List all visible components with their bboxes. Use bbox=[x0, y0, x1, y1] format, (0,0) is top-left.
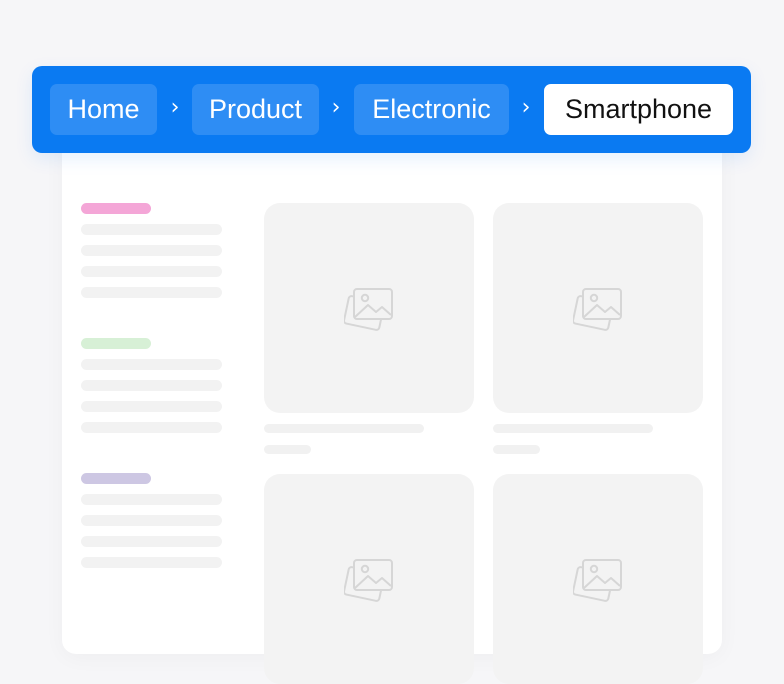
filter-option-placeholder bbox=[81, 494, 222, 505]
filter-group-3 bbox=[81, 473, 222, 568]
breadcrumb-item-smartphone[interactable]: Smartphone bbox=[544, 84, 733, 135]
chevron-right-icon: › bbox=[170, 95, 180, 120]
filter-group-2 bbox=[81, 338, 222, 433]
filter-option-placeholder bbox=[81, 245, 222, 256]
filter-group-title-placeholder bbox=[81, 473, 151, 484]
product-tile-placeholder bbox=[264, 474, 474, 684]
filter-option-placeholder bbox=[81, 515, 222, 526]
filter-group-title-placeholder bbox=[81, 338, 151, 349]
breadcrumb-item-product[interactable]: Product bbox=[192, 84, 319, 135]
breadcrumb-item-home[interactable]: Home bbox=[50, 84, 157, 135]
product-tile-placeholder bbox=[493, 203, 703, 413]
product-tile-placeholder bbox=[264, 203, 474, 413]
filter-option-placeholder bbox=[81, 287, 222, 298]
filter-option-placeholder bbox=[81, 380, 222, 391]
breadcrumb: Home › Product › Electronic › Smartphone bbox=[32, 66, 751, 153]
image-placeholder-icon bbox=[344, 559, 393, 602]
image-placeholder-icon bbox=[344, 288, 393, 331]
breadcrumb-item-electronic[interactable]: Electronic bbox=[354, 84, 509, 135]
filter-group-title-placeholder bbox=[81, 203, 151, 214]
filter-group-1 bbox=[81, 203, 222, 298]
product-title-placeholder bbox=[493, 424, 653, 433]
chevron-right-icon: › bbox=[331, 95, 341, 120]
product-title-placeholder bbox=[264, 424, 424, 433]
filter-option-placeholder bbox=[81, 422, 222, 433]
product-price-placeholder bbox=[493, 445, 540, 454]
filter-option-placeholder bbox=[81, 536, 222, 547]
chevron-right-icon: › bbox=[521, 95, 531, 120]
filter-option-placeholder bbox=[81, 401, 222, 412]
filter-option-placeholder bbox=[81, 359, 222, 370]
image-placeholder-icon bbox=[573, 288, 622, 331]
product-price-placeholder bbox=[264, 445, 311, 454]
product-tile-placeholder bbox=[493, 474, 703, 684]
filter-option-placeholder bbox=[81, 224, 222, 235]
image-placeholder-icon bbox=[573, 559, 622, 602]
filter-option-placeholder bbox=[81, 266, 222, 277]
filter-option-placeholder bbox=[81, 557, 222, 568]
